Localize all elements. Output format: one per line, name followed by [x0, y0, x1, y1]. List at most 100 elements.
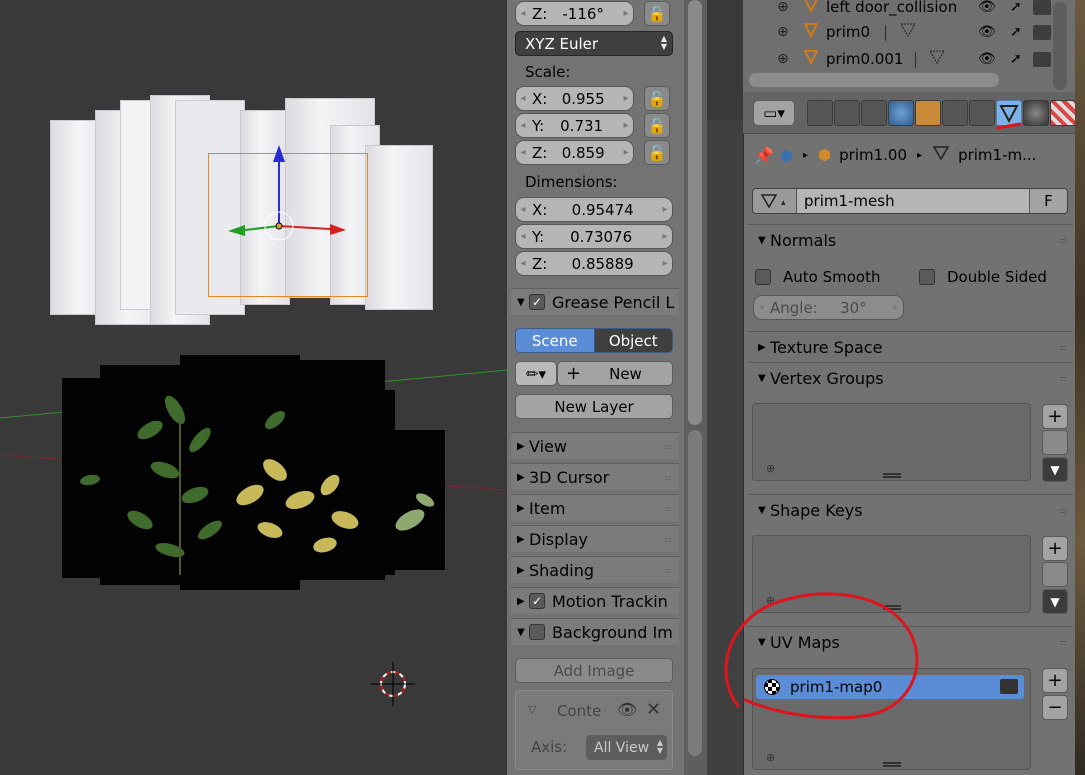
resize-grip-icon[interactable]: [882, 473, 901, 478]
scale-x-field[interactable]: ◂ X: 0.955 ▸: [515, 86, 634, 111]
checkbox[interactable]: [755, 269, 771, 285]
shape-keys-panel-header[interactable]: ▼ Shape Keys ::::: [750, 497, 1072, 524]
drag-handle-icon[interactable]: ::::: [1059, 343, 1067, 352]
uv-maps-panel-header[interactable]: ▼ UV Maps ::::: [750, 629, 1072, 656]
vertex-group-specials-icon[interactable]: ▼: [1042, 457, 1068, 482]
add-uv-map-button[interactable]: +: [1042, 668, 1068, 693]
expand-plus-icon[interactable]: ⊕: [777, 0, 789, 15]
axis-select[interactable]: All View ▲ ▼: [586, 735, 667, 760]
normals-panel-header[interactable]: ▼ Normals ::::: [750, 227, 1072, 254]
uv-map-item[interactable]: prim1-map0: [756, 675, 1024, 699]
drag-handle-icon[interactable]: ::::: [664, 566, 672, 575]
drag-handle-icon[interactable]: ::::: [1059, 236, 1067, 245]
lock-icon[interactable]: 🔓: [644, 140, 670, 165]
mesh-browse-icon[interactable]: ▴: [753, 189, 797, 213]
scrollbar-thumb[interactable]: [688, 0, 702, 425]
resize-grip-icon[interactable]: [882, 605, 901, 610]
drag-handle-icon[interactable]: ::::: [664, 473, 672, 482]
eye-icon[interactable]: 👁: [978, 0, 996, 15]
drag-handle-icon[interactable]: ::::: [664, 442, 672, 451]
lock-icon[interactable]: 🔓: [644, 1, 670, 26]
add-vertex-group-button[interactable]: +: [1042, 404, 1068, 429]
checkbox[interactable]: [919, 269, 935, 285]
render-layers-tab-icon[interactable]: [834, 100, 860, 126]
scale-y-field[interactable]: ◂ Y: 0.731 ▸: [515, 113, 634, 138]
shape-key-specials-icon[interactable]: ▼: [1042, 589, 1068, 614]
checkbox[interactable]: ✓: [529, 593, 545, 609]
remove-uv-map-button[interactable]: −: [1042, 695, 1068, 720]
dimension-x-field[interactable]: ◂ X: 0.95474 ▸: [515, 197, 673, 222]
remove-vertex-group-button[interactable]: −: [1042, 430, 1068, 455]
dimension-y-field[interactable]: ◂ Y: 0.73076 ▸: [515, 224, 673, 249]
angle-field[interactable]: ◂ Angle: 30° ▸: [753, 295, 904, 320]
add-circle-icon[interactable]: ⊕: [766, 751, 775, 764]
fake-user-button[interactable]: F: [1029, 189, 1067, 213]
tab-scene[interactable]: Scene: [516, 329, 595, 352]
lock-icon[interactable]: 🔓: [644, 113, 670, 138]
outliner-row[interactable]: ⊕ prim0.001 | 👁 ➚: [743, 46, 1075, 72]
auto-smooth-checkbox[interactable]: Auto Smooth: [755, 268, 880, 286]
close-icon[interactable]: ✕: [646, 699, 661, 720]
mesh-datablock-selector[interactable]: ▴ prim1-mesh F: [752, 188, 1068, 214]
remove-shape-key-button[interactable]: −: [1042, 562, 1068, 587]
shading-panel-header[interactable]: ▶ Shading ::::: [511, 556, 679, 583]
eye-icon[interactable]: 👁: [617, 700, 637, 719]
eye-icon[interactable]: 👁: [978, 51, 996, 67]
add-circle-icon[interactable]: ⊕: [766, 594, 775, 607]
add-circle-icon[interactable]: ⊕: [766, 462, 775, 475]
camera-icon[interactable]: [1033, 24, 1051, 40]
camera-icon[interactable]: [1033, 51, 1051, 67]
cursor-icon[interactable]: ➚: [1010, 0, 1022, 15]
object-tab-icon[interactable]: [915, 100, 941, 126]
resize-grip-icon[interactable]: [882, 762, 901, 767]
drag-handle-icon[interactable]: ::::: [1059, 374, 1067, 383]
expand-down-icon[interactable]: ▽: [528, 703, 536, 716]
drag-handle-icon[interactable]: ::::: [1059, 506, 1067, 515]
3d-viewport[interactable]: [0, 0, 507, 775]
outliner-row[interactable]: ⊕ left door_collision 👁 ➚: [743, 0, 1075, 20]
outliner-vscrollbar[interactable]: [1053, 2, 1067, 90]
outliner-scrollbar[interactable]: [749, 73, 999, 87]
material-tab-icon[interactable]: [1023, 100, 1049, 126]
3d-cursor-icon[interactable]: [0, 0, 507, 775]
pin-icon[interactable]: 📌: [754, 146, 774, 165]
vertex-groups-list[interactable]: ⊕: [752, 403, 1031, 481]
gp-source-toggle[interactable]: Scene Object: [515, 328, 673, 353]
scale-z-field[interactable]: ◂ Z: 0.859 ▸: [515, 140, 634, 165]
grease-pencil-panel-header[interactable]: ▼ ✓ Grease Pencil L: [511, 288, 679, 315]
lock-icon[interactable]: 🔓: [644, 86, 670, 111]
uv-maps-list[interactable]: prim1-map0 ⊕: [752, 668, 1031, 770]
motion-tracking-panel-header[interactable]: ▶ ✓ Motion Trackin: [511, 587, 679, 614]
drag-handle-icon[interactable]: ::::: [1059, 638, 1067, 647]
tab-object[interactable]: Object: [594, 329, 672, 352]
texture-tab-icon[interactable]: [1050, 100, 1076, 126]
display-panel-header[interactable]: ▶ Display ::::: [511, 525, 679, 552]
expand-plus-icon[interactable]: ⊕: [777, 24, 789, 40]
double-sided-checkbox[interactable]: Double Sided: [919, 268, 1047, 286]
vertex-groups-panel-header[interactable]: ▼ Vertex Groups ::::: [750, 365, 1072, 392]
area-divider[interactable]: [707, 0, 743, 775]
3d-cursor-panel-header[interactable]: ▶ 3D Cursor ::::: [511, 463, 679, 490]
view-panel-header[interactable]: ▶ View ::::: [511, 432, 679, 459]
checkbox[interactable]: ✓: [529, 294, 545, 310]
modifiers-tab-icon[interactable]: [969, 100, 995, 126]
cursor-icon[interactable]: ➚: [1010, 24, 1022, 40]
n-panel-scrollbar[interactable]: [684, 0, 707, 775]
drag-handle-icon[interactable]: ::::: [664, 535, 672, 544]
shape-keys-list[interactable]: ⊕: [752, 535, 1031, 613]
pencil-icon[interactable]: ✏▾: [515, 361, 557, 386]
world-tab-icon[interactable]: [888, 100, 914, 126]
new-layer-button[interactable]: New Layer: [515, 394, 673, 419]
background-images-panel-header[interactable]: ▼ Background Im: [511, 618, 679, 645]
item-panel-header[interactable]: ▶ Item ::::: [511, 494, 679, 521]
outliner-row[interactable]: ⊕ prim0 | 👁 ➚: [743, 19, 1075, 45]
scene-tab-icon[interactable]: [861, 100, 887, 126]
gp-new-button[interactable]: + New: [557, 361, 673, 386]
eye-icon[interactable]: 👁: [978, 24, 996, 40]
camera-icon[interactable]: [1033, 0, 1051, 15]
expand-plus-icon[interactable]: ⊕: [777, 51, 789, 67]
add-image-button[interactable]: Add Image: [515, 658, 673, 683]
cursor-icon[interactable]: ➚: [1010, 51, 1022, 67]
texture-space-panel-header[interactable]: ▶ Texture Space ::::: [750, 334, 1072, 361]
add-shape-key-button[interactable]: +: [1042, 536, 1068, 561]
